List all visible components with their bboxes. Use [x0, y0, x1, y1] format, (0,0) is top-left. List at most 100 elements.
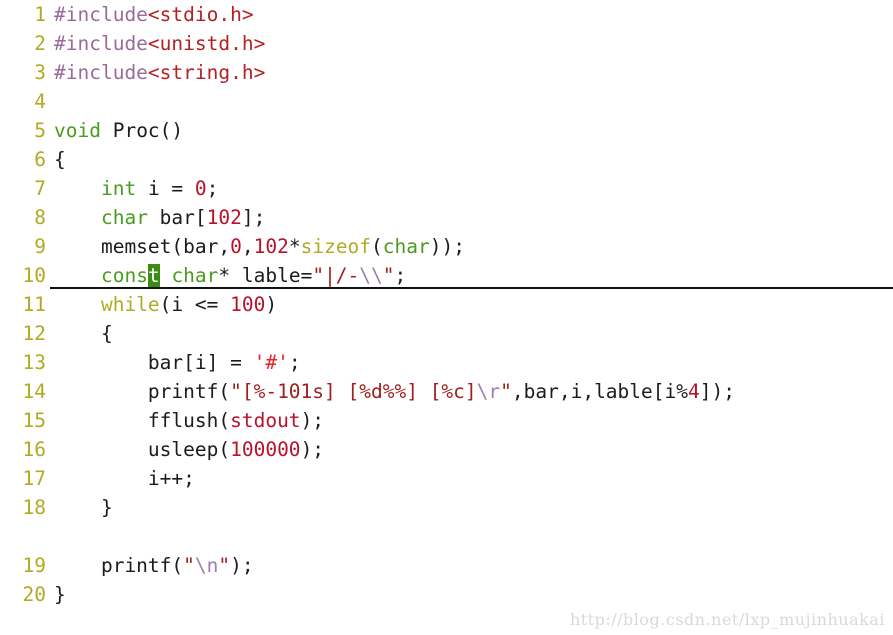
code-line[interactable]: 11 while(i <= 100) [0, 290, 893, 319]
token-header: <stdio.h> [147, 3, 254, 26]
line-number: 11 [22, 293, 46, 316]
token-charlit: '#' [253, 351, 289, 374]
code-line-text[interactable]: { [46, 319, 113, 348]
code-line[interactable]: 5 void Proc() [0, 116, 893, 145]
token-number: 0 [230, 235, 242, 258]
code-line[interactable]: 17 i++; [0, 464, 893, 493]
token-plain: )); [429, 235, 465, 258]
token-pp: #include [54, 61, 148, 84]
code-line-text[interactable]: while(i <= 100) [46, 290, 277, 319]
line-number: 19 [22, 554, 46, 577]
token-plain: printf( [54, 554, 184, 577]
code-line[interactable]: 18 } [0, 493, 893, 522]
code-line-text[interactable]: int i = 0; [46, 174, 218, 203]
token-string: "|/- [312, 264, 360, 287]
code-line-text[interactable]: #include<stdio.h> [46, 0, 254, 29]
line-number: 1 [34, 3, 46, 26]
line-number: 3 [34, 61, 46, 84]
code-line-text[interactable]: const char* lable="|/-\\"; [46, 261, 406, 290]
token-string: " [382, 264, 395, 287]
line-number: 16 [22, 438, 46, 461]
token-plain: ( [371, 235, 383, 258]
code-line[interactable]: 8 char bar[102]; [0, 203, 893, 232]
code-line-text[interactable]: } [46, 580, 66, 609]
token-plain: * lable= [218, 264, 313, 287]
token-plain: ); [230, 554, 254, 577]
token-plain: ; [206, 177, 219, 200]
token-pp: #include [54, 3, 148, 26]
code-line-text[interactable]: #include<string.h> [46, 58, 265, 87]
token-plain: } [54, 583, 66, 606]
code-line-text[interactable]: usleep(100000); [46, 435, 324, 464]
token-plain: ; [288, 351, 301, 374]
code-line-text[interactable]: { [46, 145, 66, 174]
text-cursor: t [147, 264, 160, 287]
code-line[interactable]: 4 [0, 87, 893, 116]
code-line[interactable]: 14 printf("[%-101s] [%d%%] [%c]\r",bar,i… [0, 377, 893, 406]
code-line[interactable]: 9 memset(bar,0,102*sizeof(char)); [0, 232, 893, 261]
code-line[interactable]: 12 { [0, 319, 893, 348]
token-string: " [500, 380, 512, 403]
code-line[interactable]: 13 bar[i] = '#'; [0, 348, 893, 377]
code-line-text[interactable]: bar[i] = '#'; [46, 348, 301, 377]
token-pp: #include [54, 32, 148, 55]
token-plain: (i <= [159, 293, 231, 316]
token-keyword: while [100, 293, 160, 316]
code-lines-container[interactable]: 1 #include<stdio.h> 2 #include<unistd.h> 3 #i… [0, 0, 893, 609]
token-type: char [382, 235, 430, 258]
token-plain: fflush( [54, 409, 231, 432]
line-number: 12 [22, 322, 46, 345]
code-line-text[interactable]: printf("\n"); [46, 551, 254, 580]
code-line-text[interactable]: i++; [46, 464, 195, 493]
token-plain: ); [300, 409, 325, 432]
code-line-text[interactable]: #include<unistd.h> [46, 29, 265, 58]
code-line[interactable] [0, 522, 893, 551]
code-line[interactable]: 16 usleep(100000); [0, 435, 893, 464]
code-line[interactable]: 1 #include<stdio.h> [0, 0, 893, 29]
token-number: 4 [688, 380, 700, 403]
code-line-text[interactable]: memset(bar,0,102*sizeof(char)); [46, 232, 465, 261]
line-number: 5 [34, 119, 46, 142]
line-number: 8 [34, 206, 46, 229]
token-header: <unistd.h> [147, 32, 266, 55]
token-type: char [171, 264, 219, 287]
code-line[interactable]: 7 int i = 0; [0, 174, 893, 203]
code-line[interactable]: 20} [0, 580, 893, 609]
code-line-text[interactable]: printf("[%-101s] [%d%%] [%c]\r",bar,i,la… [46, 377, 735, 406]
token-escape: \n [194, 554, 219, 577]
token-plain: printf( [54, 380, 231, 403]
line-number: 17 [22, 467, 46, 490]
token-number: 102 [206, 206, 242, 229]
line-number: 2 [34, 32, 46, 55]
code-line-text[interactable]: fflush(stdout); [46, 406, 324, 435]
token-plain: ,bar,i,lable[i% [511, 380, 688, 403]
token-number: 100 [230, 293, 266, 316]
token-plain: ) [265, 293, 278, 316]
line-number: 18 [22, 496, 46, 519]
code-line-text[interactable]: void Proc() [46, 116, 183, 145]
code-line-text[interactable]: } [46, 493, 113, 522]
code-editor[interactable]: 1 #include<stdio.h> 2 #include<unistd.h> 3 #i… [0, 0, 893, 635]
code-line[interactable]: 2 #include<unistd.h> [0, 29, 893, 58]
code-line[interactable]: 15 fflush(stdout); [0, 406, 893, 435]
code-line-text[interactable]: char bar[102]; [46, 203, 265, 232]
code-line[interactable]: 10 const char* lable="|/-\\"; [0, 261, 893, 290]
token-number: 102 [253, 235, 289, 258]
token-plain: i = [136, 177, 195, 200]
code-line[interactable]: 3 #include<string.h> [0, 58, 893, 87]
token-type: char [100, 206, 148, 229]
token-plain: * [288, 235, 301, 258]
code-line[interactable]: 6{ [0, 145, 893, 174]
watermark-text: http://blog.csdn.net/lxp_mujinhuakai [569, 610, 885, 629]
token-plain: { [54, 322, 113, 345]
line-number: 4 [34, 90, 46, 113]
code-line[interactable]: 19 printf("\n"); [0, 551, 893, 580]
token-plain: ]; [241, 206, 266, 229]
token-plain: memset(bar, [54, 235, 231, 258]
line-number: 13 [22, 351, 46, 374]
